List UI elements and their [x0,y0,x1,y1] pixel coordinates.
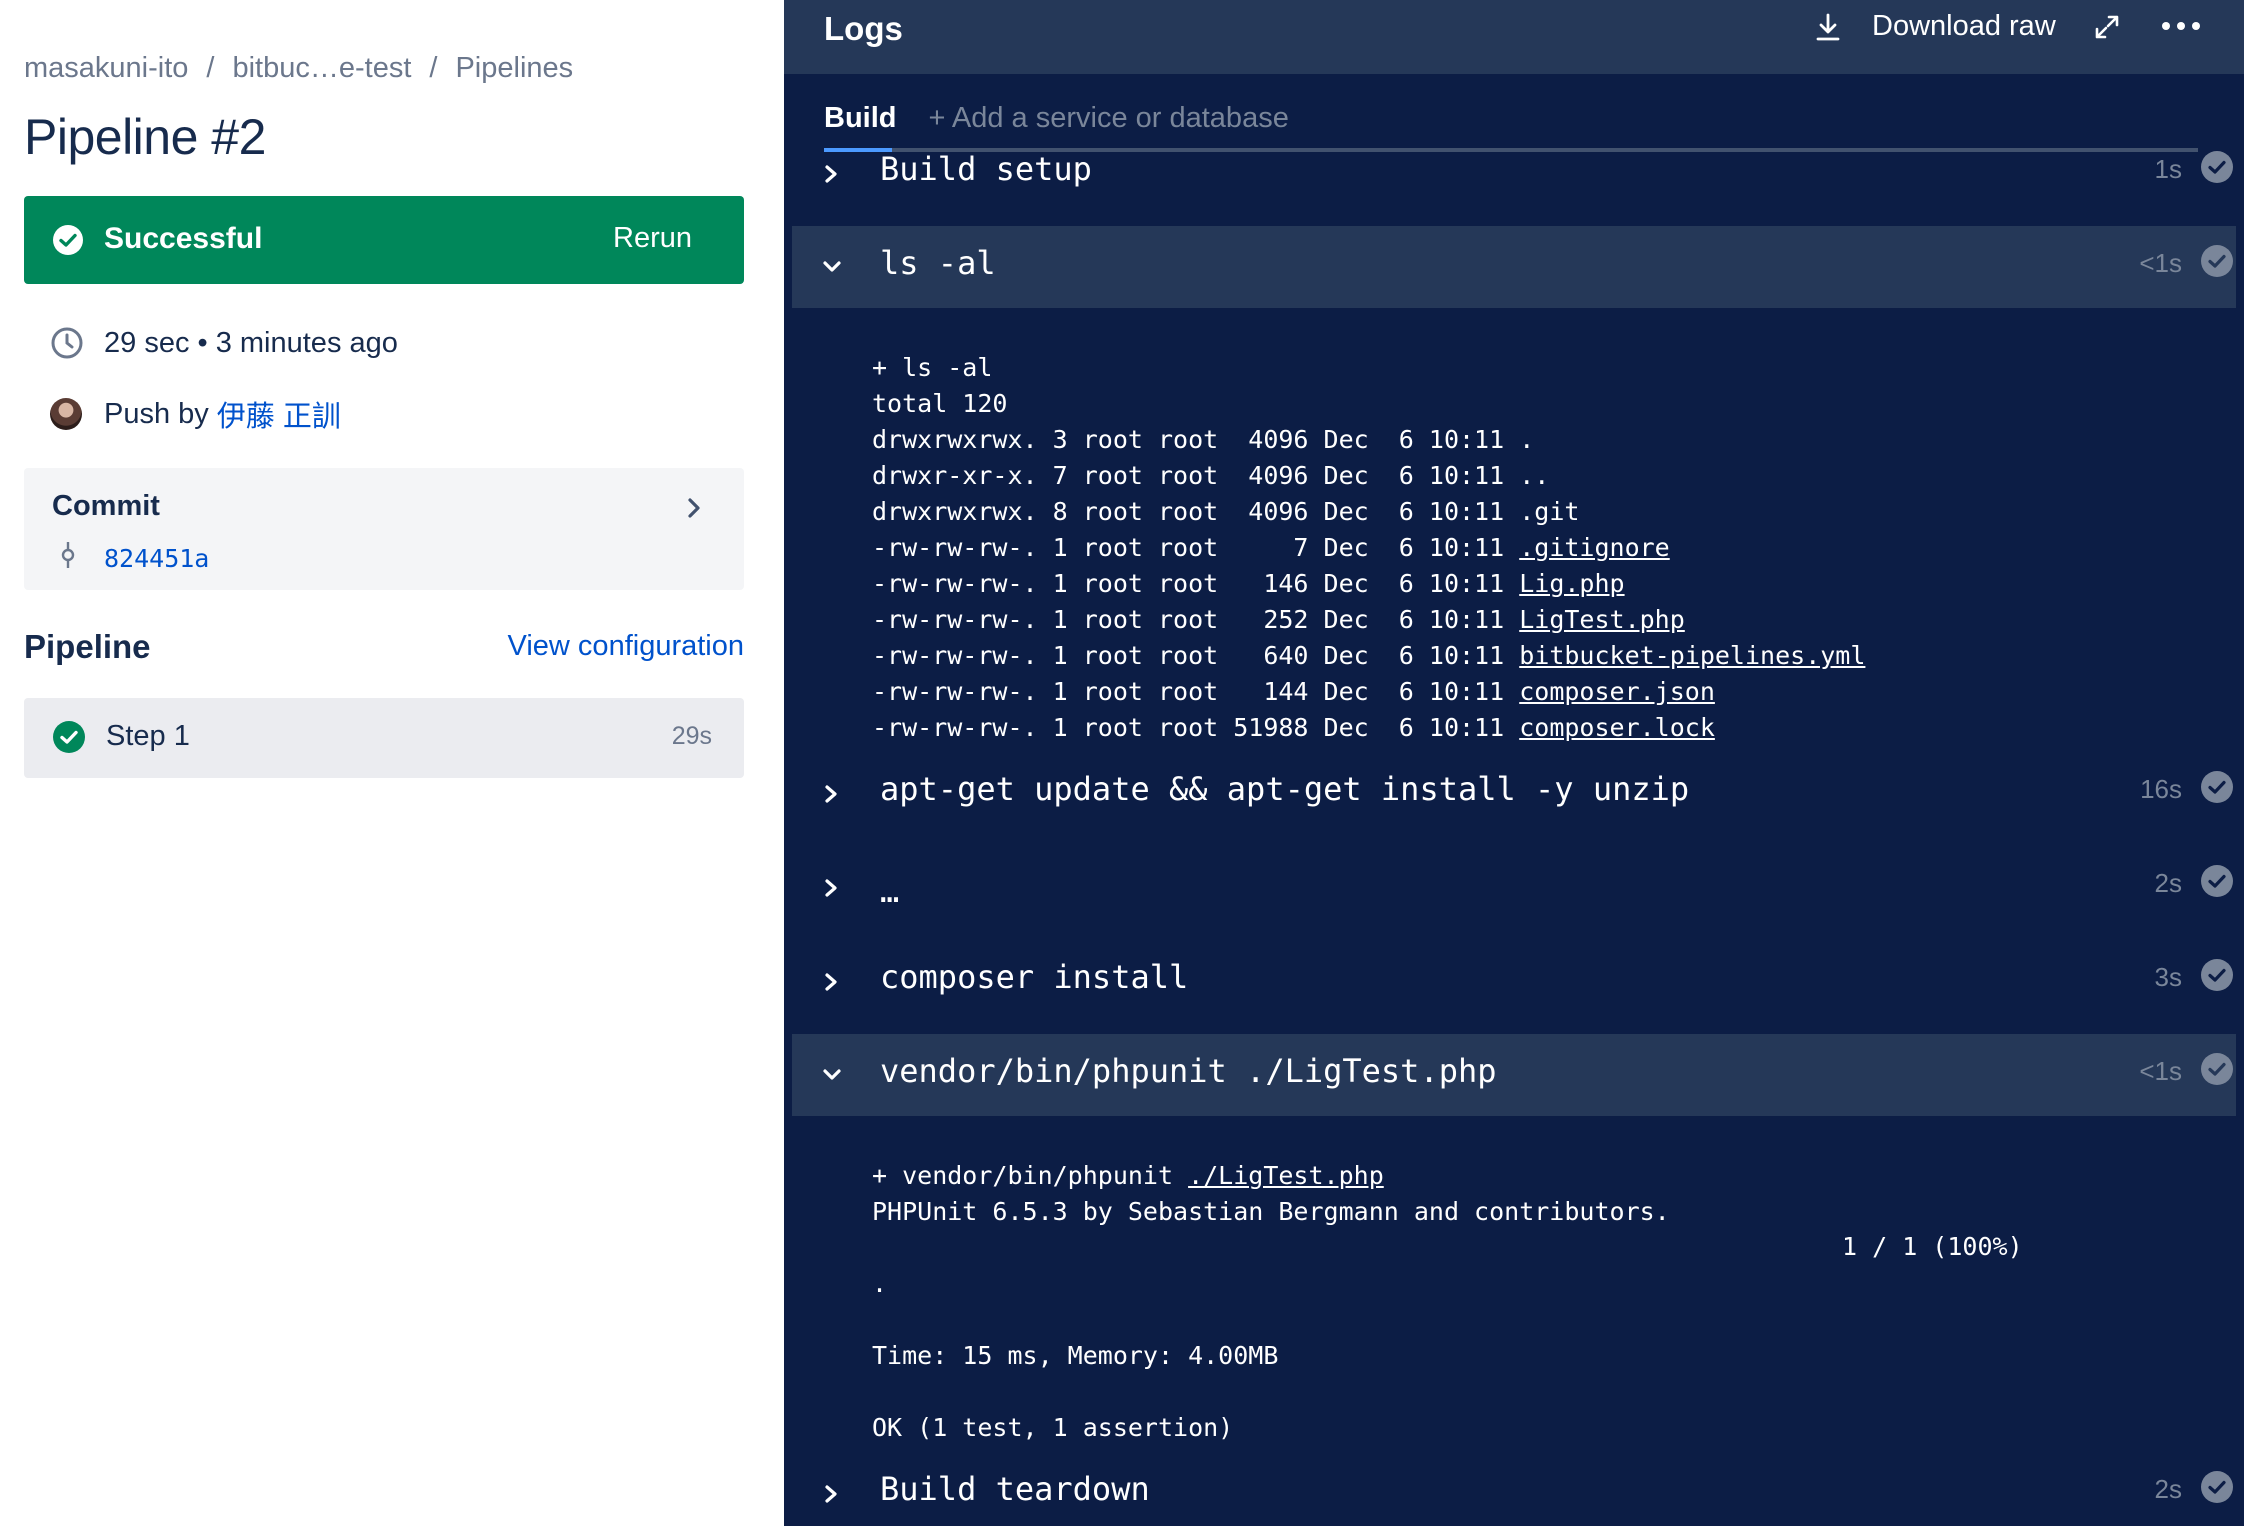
chevron-right-icon [825,785,837,803]
log-line: -rw-rw-rw-. 1 root root 146 Dec 6 10:11 … [872,569,1625,598]
log-section-hidden-steps[interactable]: … 2s [792,846,2236,928]
tab-build[interactable]: Build [824,102,897,135]
log-line: -rw-rw-rw-. 1 root root 640 Dec 6 10:11 … [872,641,1866,670]
chevron-down-icon [823,1069,841,1080]
avatar[interactable] [50,398,82,430]
download-icon [1816,13,1840,40]
log-line: + ls -al [872,353,993,382]
step-duration: 29s [671,722,712,750]
check-circle-icon [2201,1471,2233,1503]
section-duration: <1s [2139,248,2182,278]
log-line: drwxrwxrwx. 3 root root 4096 Dec 6 10:11… [872,425,1535,454]
view-configuration-link[interactable]: View configuration [508,630,744,663]
download-raw-label: Download raw [1872,10,2056,42]
log-line: OK (1 test, 1 assertion) [872,1413,1234,1442]
push-prefix: Push by [104,397,209,430]
add-service-button[interactable]: + Add a service or database [929,102,1289,135]
section-duration: 16s [2140,774,2182,804]
page-title: Pipeline #2 [24,109,266,165]
log-line: drwxrwxrwx. 8 root root 4096 Dec 6 10:11… [872,497,1580,526]
phpunit-output: + vendor/bin/phpunit ./LigTest.php PHPUni… [872,1122,1670,1482]
clock-icon [51,327,83,359]
pipeline-header: Pipeline View configuration [24,628,744,668]
status-label: Successful [104,222,263,255]
section-command: Build setup [880,150,1092,188]
file-link[interactable]: composer.json [1519,677,1715,706]
chevron-right-icon [825,165,837,183]
check-circle-icon [2201,151,2233,183]
log-line: . [872,1269,888,1298]
chevron-right-icon [825,1485,837,1503]
section-duration: 2s [2154,868,2182,898]
check-circle-icon [2201,865,2233,897]
log-section-phpunit[interactable]: vendor/bin/phpunit ./LigTest.php <1s [792,1034,2236,1116]
log-section-build-setup[interactable]: Build setup 1s [792,132,2236,214]
step-item[interactable]: Step 1 29s [24,698,744,778]
check-circle-icon [2201,959,2233,991]
section-command: ls -al [880,244,996,282]
section-duration: 3s [2154,962,2182,992]
section-command: vendor/bin/phpunit ./LigTest.php [880,1052,1497,1090]
section-command: … [880,872,900,910]
breadcrumb-item-owner[interactable]: masakuni-ito [24,52,188,84]
more-options-icon[interactable] [2160,14,2202,38]
duration-text: 29 sec • 3 minutes ago [104,326,398,359]
breadcrumb-separator: / [429,52,438,84]
rerun-button[interactable]: Rerun [613,222,692,255]
duration-row: 29 sec • 3 minutes ago [50,326,398,360]
log-line: -rw-rw-rw-. 1 root root 7 Dec 6 10:11 .g… [872,533,1670,562]
progress-count: 1 / 1 (100%) [1842,1232,2023,1261]
check-circle-icon [2201,771,2233,803]
file-link[interactable]: ./LigTest.php [1188,1161,1384,1190]
breadcrumb: masakuni-ito / bitbuc…e-test / Pipelines [24,52,573,85]
commit-title: Commit [52,490,160,522]
section-duration: <1s [2139,1056,2182,1086]
log-line: drwxr-xr-x. 7 root root 4096 Dec 6 10:11… [872,461,1550,490]
ls-output: + ls -al total 120 drwxrwxrwx. 3 root root… [872,314,1865,782]
file-link[interactable]: bitbucket-pipelines.yml [1519,641,1865,670]
file-link[interactable]: composer.lock [1519,713,1715,742]
expand-icon[interactable] [2094,14,2120,40]
status-banner: Successful Rerun [24,196,744,284]
log-line: total 120 [872,389,1008,418]
step-label: Step 1 [106,720,190,752]
logs-header: Logs Download raw [784,0,2244,74]
file-link[interactable]: .gitignore [1519,533,1670,562]
log-line: -rw-rw-rw-. 1 root root 51988 Dec 6 10:1… [872,713,1715,742]
trigger-row: Push by 伊藤 正訓 [50,393,341,435]
log-section-ls[interactable]: ls -al <1s [792,226,2236,308]
breadcrumb-item-repository[interactable]: bitbuc…e-test [232,52,411,84]
check-circle-icon [2201,1053,2233,1085]
pipeline-title: Pipeline [24,628,151,665]
log-line: -rw-rw-rw-. 1 root root 144 Dec 6 10:11 … [872,677,1715,706]
chevron-right-icon [688,498,700,518]
check-circle-icon [53,225,83,255]
pipeline-details-panel: masakuni-ito / bitbuc…e-test / Pipelines Pip… [0,0,784,1526]
file-link[interactable]: LigTest.php [1519,605,1685,634]
breadcrumb-separator: / [206,52,215,84]
chevron-right-icon [825,879,837,897]
commit-card[interactable]: Commit 824451a [24,468,744,590]
section-duration: 2s [2154,1474,2182,1504]
log-section-composer-install[interactable]: composer install 3s [792,940,2236,1022]
commit-icon [61,542,75,568]
chevron-right-icon [825,973,837,991]
file-link[interactable]: Lig.php [1519,569,1624,598]
commit-hash-link[interactable]: 824451a [104,544,209,573]
chevron-down-icon [823,261,841,272]
logs-title: Logs [824,10,903,47]
author-link[interactable]: 伊藤 正訓 [217,393,341,435]
check-circle-icon [53,721,85,753]
log-line: Time: 15 ms, Memory: 4.00MB [872,1341,1279,1370]
log-tabs: Build + Add a service or database [824,102,1289,135]
log-line: PHPUnit 6.5.3 by Sebastian Bergmann and … [872,1197,1670,1226]
log-line: + vendor/bin/phpunit ./LigTest.php [872,1161,1384,1190]
section-duration: 1s [2154,154,2182,184]
section-command: composer install [880,958,1189,996]
breadcrumb-item-pipelines[interactable]: Pipelines [455,52,573,84]
download-raw-button[interactable]: Download raw [1814,10,2056,43]
check-circle-icon [2201,245,2233,277]
log-line: -rw-rw-rw-. 1 root root 252 Dec 6 10:11 … [872,605,1685,634]
